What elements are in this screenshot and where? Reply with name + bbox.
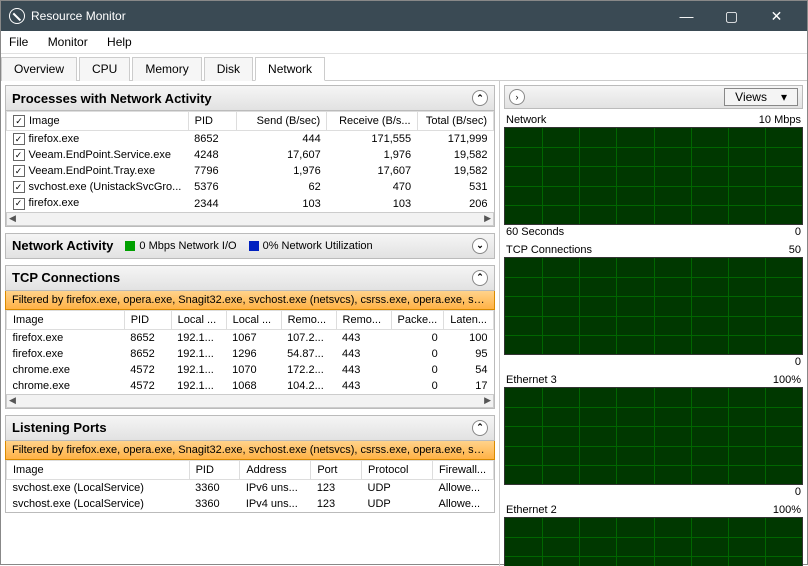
tcp-table: Image PID Local ... Local ... Remo... Re… [6, 310, 494, 394]
chevron-down-icon[interactable]: ⌄ [472, 238, 488, 254]
chart-canvas [504, 387, 803, 485]
col-image[interactable]: Image [7, 460, 190, 479]
processes-table: ✓Image PID Send (B/sec) Receive (B/s... … [6, 111, 494, 212]
legend-square-icon [249, 241, 259, 251]
col-total[interactable]: Total (B/sec) [417, 112, 493, 131]
table-row[interactable]: ✓svchost.exe (UnistackSvcGro...537662470… [7, 179, 494, 195]
tab-bar: Overview CPU Memory Disk Network [1, 54, 807, 81]
checkbox-icon[interactable]: ✓ [13, 165, 25, 177]
processes-title: Processes with Network Activity [12, 91, 212, 106]
listening-table: Image PID Address Port Protocol Firewall… [6, 460, 494, 512]
checkbox-icon[interactable]: ✓ [13, 133, 25, 145]
table-row[interactable]: chrome.exe4572192.1...1068104.2...443017 [7, 378, 494, 394]
right-pane: › Views▾ Network10 Mbps60 Seconds0TCP Co… [500, 81, 807, 566]
chart-footer-right: 0 [795, 226, 801, 238]
table-row[interactable]: chrome.exe4572192.1...1070172.2...443054 [7, 362, 494, 378]
chart-canvas [504, 127, 803, 225]
maximize-button[interactable]: ▢ [709, 1, 754, 31]
chart-network: Network 10 Mbps 60 Seconds 0 [504, 113, 803, 239]
col-pid[interactable]: PID [124, 310, 171, 329]
table-row[interactable]: firefox.exe8652192.1...129654.87...44309… [7, 346, 494, 362]
col-latency[interactable]: Laten... [444, 310, 494, 329]
table-row[interactable]: svchost.exe (LocalService)3360IPv4 uns..… [7, 496, 494, 512]
col-packet[interactable]: Packe... [391, 310, 444, 329]
tcp-filter: Filtered by firefox.exe, opera.exe, Snag… [5, 291, 495, 310]
col-address[interactable]: Address [240, 460, 311, 479]
menu-monitor[interactable]: Monitor [48, 35, 88, 49]
chart-title: Ethernet 3 [506, 374, 557, 386]
col-remote-port[interactable]: Remo... [336, 310, 391, 329]
col-firewall[interactable]: Firewall... [433, 460, 494, 479]
activity-title: Network Activity [12, 238, 113, 253]
listening-filter: Filtered by firefox.exe, opera.exe, Snag… [5, 441, 495, 460]
col-port[interactable]: Port [311, 460, 362, 479]
menu-bar: File Monitor Help [1, 31, 807, 54]
window-title: Resource Monitor [31, 9, 664, 23]
tab-disk[interactable]: Disk [204, 57, 253, 81]
chevron-up-icon[interactable]: ⌃ [472, 420, 488, 436]
col-image[interactable]: Image [7, 310, 125, 329]
chevron-up-icon[interactable]: ⌃ [472, 90, 488, 106]
table-row[interactable]: firefox.exe8652192.1...1067107.2...44301… [7, 329, 494, 346]
scrollbar-horizontal[interactable]: ◀▶ [6, 394, 494, 408]
table-row[interactable]: ✓Veeam.EndPoint.Tray.exe77961,97617,6071… [7, 163, 494, 179]
chart-tcp-connections: TCP Connections 50 0 [504, 243, 803, 369]
col-protocol[interactable]: Protocol [362, 460, 433, 479]
checkbox-icon[interactable]: ✓ [13, 198, 25, 210]
col-pid[interactable]: PID [189, 460, 240, 479]
col-recv[interactable]: Receive (B/s... [327, 112, 417, 131]
chart-title: Ethernet 2 [506, 504, 557, 516]
dropdown-icon: ▾ [781, 90, 787, 104]
listening-title: Listening Ports [12, 420, 107, 435]
menu-help[interactable]: Help [107, 35, 132, 49]
views-button[interactable]: Views▾ [724, 88, 798, 106]
left-pane: Processes with Network Activity ⌃ ✓Image… [1, 81, 500, 566]
chevron-right-icon[interactable]: › [509, 89, 525, 105]
chart-footer-right: 0 [795, 486, 801, 498]
tab-cpu[interactable]: CPU [79, 57, 130, 81]
app-icon [9, 8, 25, 24]
col-send[interactable]: Send (B/sec) [236, 112, 326, 131]
tab-overview[interactable]: Overview [1, 57, 77, 81]
titlebar[interactable]: Resource Monitor — ▢ ✕ [1, 1, 807, 31]
processes-header[interactable]: Processes with Network Activity ⌃ [5, 85, 495, 111]
chart-ethernet-2: Ethernet 2 100% [504, 503, 803, 566]
col-image[interactable]: ✓Image [7, 112, 189, 131]
right-toolbar: › Views▾ [504, 85, 803, 109]
col-local-addr[interactable]: Local ... [171, 310, 226, 329]
col-pid[interactable]: PID [188, 112, 236, 131]
col-remote-addr[interactable]: Remo... [281, 310, 336, 329]
table-row[interactable]: ✓Veeam.EndPoint.Service.exe424817,6071,9… [7, 147, 494, 163]
chart-canvas [504, 257, 803, 355]
table-row[interactable]: svchost.exe (LocalService)3360IPv6 uns..… [7, 479, 494, 496]
scrollbar-horizontal[interactable]: ◀▶ [6, 212, 494, 226]
chart-title: Network [506, 114, 546, 126]
chart-title: TCP Connections [506, 244, 592, 256]
chevron-up-icon[interactable]: ⌃ [472, 270, 488, 286]
tab-memory[interactable]: Memory [132, 57, 201, 81]
legend-square-icon [125, 241, 135, 251]
tcp-header[interactable]: TCP Connections ⌃ [5, 265, 495, 291]
chart-max: 100% [773, 374, 801, 386]
menu-file[interactable]: File [9, 35, 28, 49]
tab-network[interactable]: Network [255, 57, 325, 81]
chart-max: 10 Mbps [759, 114, 801, 126]
col-local-port[interactable]: Local ... [226, 310, 281, 329]
minimize-button[interactable]: — [664, 1, 709, 31]
chart-footer-right: 0 [795, 356, 801, 368]
table-row[interactable]: ✓firefox.exe8652444171,555171,999 [7, 131, 494, 148]
chart-max: 50 [789, 244, 801, 256]
chart-canvas [504, 517, 803, 566]
listening-header[interactable]: Listening Ports ⌃ [5, 415, 495, 441]
chart-max: 100% [773, 504, 801, 516]
checkbox-icon[interactable]: ✓ [13, 181, 25, 193]
activity-header[interactable]: Network Activity 0 Mbps Network I/O 0% N… [5, 233, 495, 259]
chart-ethernet-3: Ethernet 3 100% 0 [504, 373, 803, 499]
checkbox-icon[interactable]: ✓ [13, 149, 25, 161]
checkbox-icon[interactable]: ✓ [13, 115, 25, 127]
tcp-title: TCP Connections [12, 270, 120, 285]
close-button[interactable]: ✕ [754, 1, 799, 31]
table-row[interactable]: ✓firefox.exe2344103103206 [7, 195, 494, 211]
chart-footer-left: 60 Seconds [506, 226, 564, 238]
